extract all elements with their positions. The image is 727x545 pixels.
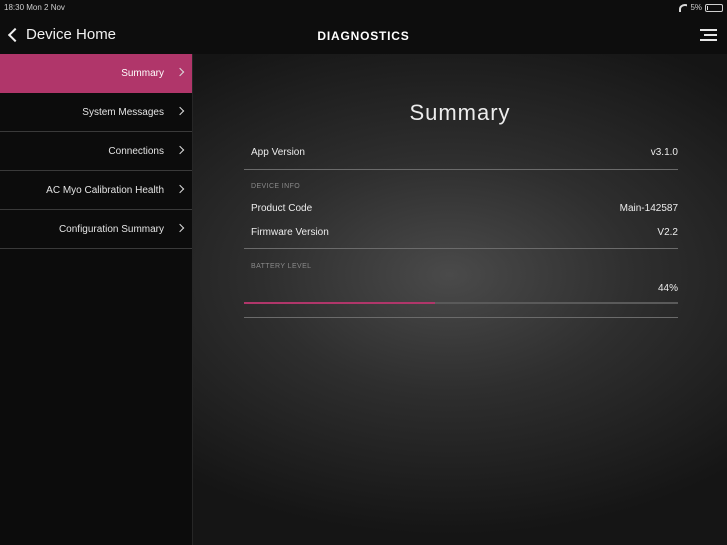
battery-fill <box>707 5 708 10</box>
app-version-value: v3.1.0 <box>650 147 678 158</box>
sidebar-item-label: Configuration Summary <box>58 223 164 235</box>
firmware-version-value: V2.2 <box>657 227 678 238</box>
status-time: 18:30 Mon 2 Nov <box>4 3 65 12</box>
battery-progress-bar <box>244 302 678 304</box>
sidebar-item-label: AC Myo Calibration Health <box>46 184 164 196</box>
navigation-bar: Device Home DIAGNOSTICS <box>0 16 727 54</box>
battery-progress-fill <box>244 302 435 304</box>
sidebar: Summary System Messages Connections AC M… <box>0 54 193 545</box>
sidebar-item-calibration-health[interactable]: AC Myo Calibration Health <box>0 171 192 210</box>
menu-icon-line <box>704 34 717 36</box>
chevron-right-icon <box>175 106 185 116</box>
status-indicators: 5% <box>679 3 723 12</box>
device-info-header: DEVICE INFO <box>251 183 301 190</box>
sidebar-item-summary[interactable]: Summary <box>0 54 192 93</box>
product-code-label: Product Code <box>251 203 313 214</box>
menu-icon[interactable] <box>700 29 717 42</box>
chevron-right-icon <box>175 67 185 77</box>
product-code-value: Main-142587 <box>619 203 678 214</box>
firmware-version-label: Firmware Version <box>251 227 329 238</box>
sidebar-item-system-messages[interactable]: System Messages <box>0 93 192 132</box>
menu-icon-line <box>700 39 717 41</box>
chevron-right-icon <box>175 145 185 155</box>
divider <box>244 169 678 170</box>
sidebar-item-configuration-summary[interactable]: Configuration Summary <box>0 210 192 249</box>
battery-level-value: 44% <box>657 283 678 294</box>
divider <box>244 317 678 318</box>
sidebar-item-label: Connections <box>108 145 164 157</box>
sidebar-item-label: System Messages <box>82 106 164 118</box>
battery-level-header: BATTERY LEVEL <box>251 263 312 270</box>
section-title: Summary <box>409 100 511 125</box>
wifi-icon <box>679 3 688 12</box>
battery-icon <box>705 3 723 12</box>
sidebar-item-connections[interactable]: Connections <box>0 132 192 171</box>
chevron-right-icon <box>175 184 185 194</box>
page-title: DIAGNOSTICS <box>317 29 410 43</box>
chevron-right-icon <box>175 223 185 233</box>
status-bar: 18:30 Mon 2 Nov 5% <box>0 0 727 16</box>
summary-panel: Summary App Version v3.1.0 DEVICE INFO P… <box>193 54 727 545</box>
menu-icon-line <box>700 29 717 31</box>
app-version-label: App Version <box>251 147 305 158</box>
battery-percent: 5% <box>690 3 702 12</box>
divider <box>244 248 678 249</box>
sidebar-item-label: Summary <box>121 68 164 79</box>
